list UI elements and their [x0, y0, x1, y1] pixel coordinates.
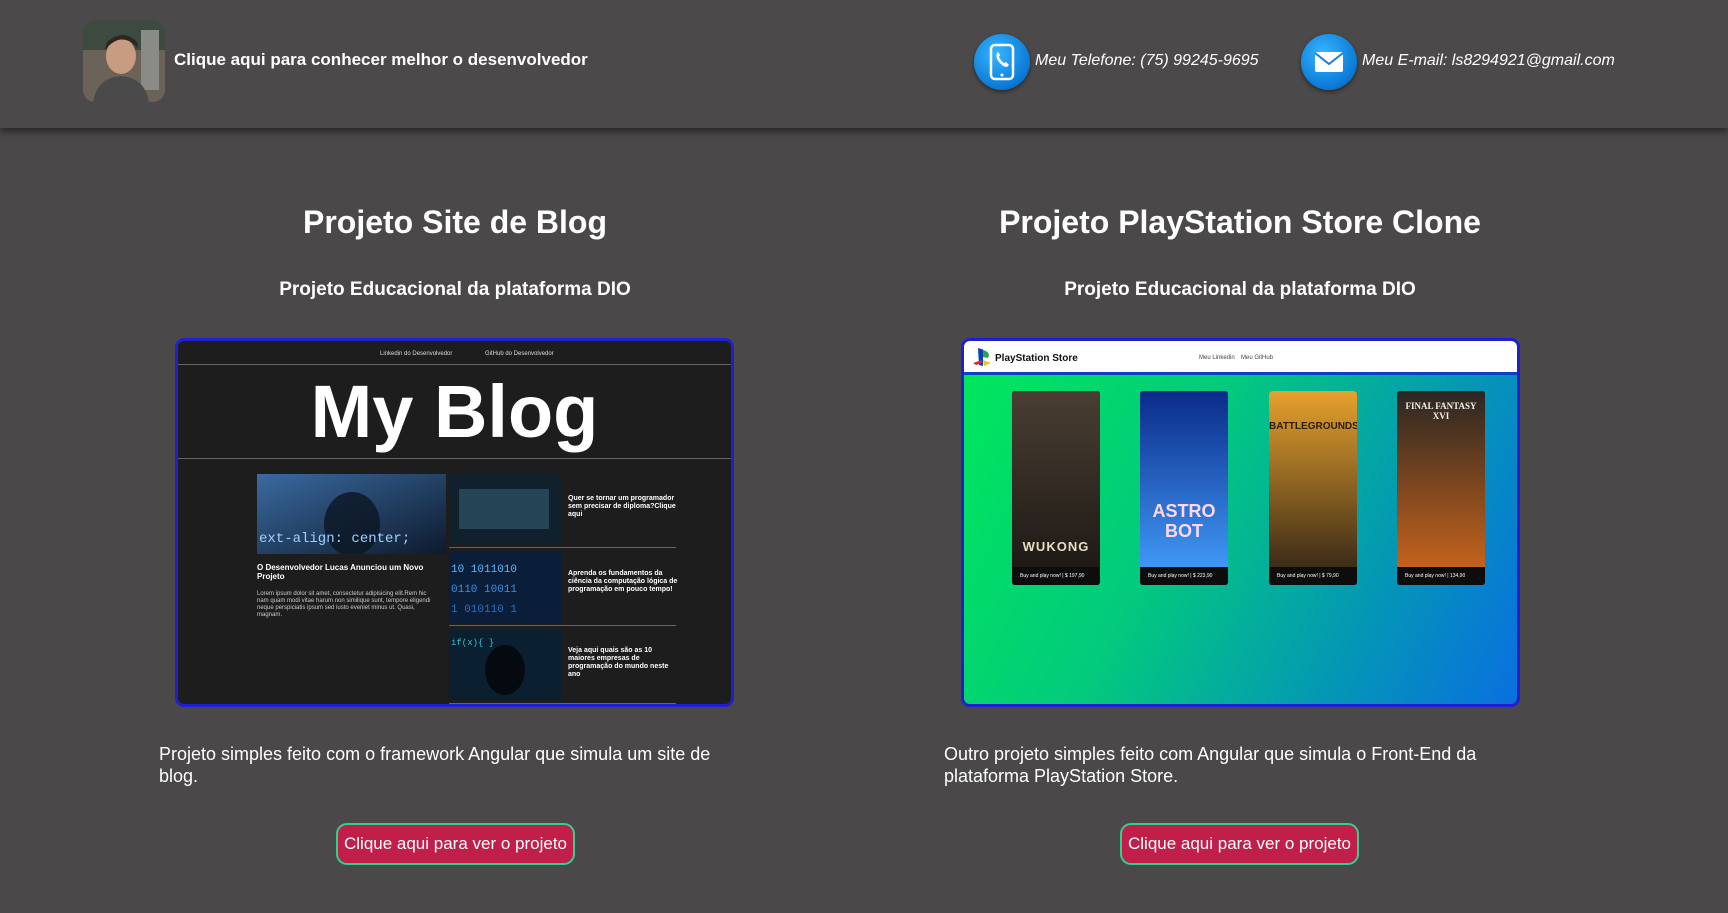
preview-navbar: PlayStation Store Meu Linkedin Meu GitHu…	[964, 341, 1517, 375]
preview-blog-title: My Blog	[310, 370, 599, 453]
game-title: ASTRO BOT	[1152, 501, 1216, 541]
developer-avatar[interactable]	[83, 20, 165, 102]
preview-article-title: Quer se tornar um programador sem precis…	[568, 495, 676, 518]
project-subtitle: Projeto Educacional da plataforma DIO	[1064, 279, 1416, 300]
game-card: WUKONG Buy and play now! | $ 197,90	[1012, 391, 1100, 585]
svg-text:10 1011010: 10 1011010	[451, 564, 517, 576]
project-description: Outro projeto simples feito com Angular …	[944, 744, 1477, 786]
game-price: Buy and play now! | $ 223,90	[1140, 567, 1228, 585]
project-title: Projeto PlayStation Store Clone	[999, 204, 1481, 240]
divider	[449, 547, 676, 548]
view-project-button[interactable]: Clique aqui para ver o projeto	[336, 823, 575, 865]
preview-nav-link: GitHub do Desenvolvedor	[485, 351, 554, 357]
game-card: BATTLEGROUNDS Buy and play now! | $ 79,9…	[1269, 391, 1357, 585]
svg-text:if(x){ }: if(x){ }	[451, 638, 494, 648]
divider	[449, 625, 676, 626]
project-title: Projeto Site de Blog	[302, 204, 608, 240]
email-text: Meu E-mail: ls8294921@gmail.com	[1362, 52, 1615, 69]
svg-text:ext-align: center;: ext-align: center;	[259, 531, 410, 547]
preview-nav-link: Meu Linkedin	[1199, 355, 1235, 361]
game-price: Buy and play now! | 134,90	[1397, 567, 1485, 585]
preview-article-image: if(x){ }	[449, 630, 562, 700]
game-card: FINAL FANTASY XVI Buy and play now! | 13…	[1397, 391, 1485, 585]
game-title: BATTLEGROUNDS	[1269, 421, 1357, 432]
blog-preview-image: Linkedin do Desenvolvedor GitHub do Dese…	[175, 338, 734, 707]
game-price: Buy and play now! | $ 197,90	[1012, 567, 1100, 585]
preview-nav-link: Linkedin do Desenvolvedor	[380, 351, 453, 357]
preview-article-image: 10 1011010 0110 10011 1 010110 1	[449, 552, 562, 623]
game-title: WUKONG	[1022, 539, 1090, 554]
svg-text:1 010110 1: 1 010110 1	[451, 604, 517, 616]
divider	[178, 364, 731, 365]
preview-article-title: Aprenda os fundamentos da ciência da com…	[568, 570, 678, 593]
phone-icon	[974, 34, 1030, 90]
game-title: FINAL FANTASY XVI	[1405, 401, 1477, 421]
view-project-button[interactable]: Clique aqui para ver o projeto	[1120, 823, 1359, 865]
preview-main-image: ext-align: center;	[257, 474, 446, 554]
game-card: ASTRO BOT Buy and play now! | $ 223,90	[1140, 391, 1228, 585]
playstation-logo-icon	[973, 348, 991, 366]
project-subtitle: Projeto Educacional da plataforma DIO	[279, 279, 631, 300]
project-description: Projeto simples feito com o framework An…	[159, 744, 711, 786]
email-icon	[1301, 34, 1357, 90]
game-price: Buy and play now! | $ 79,90	[1269, 567, 1357, 585]
preview-article-title: Veja aqui quais são as 10 maiores empres…	[568, 647, 669, 678]
svg-text:0110 10011: 0110 10011	[451, 584, 517, 596]
preview-main-text: Lorem ipsum dolor sit amet, consectetur …	[257, 591, 431, 618]
site-header: Clique aqui para conhecer melhor o desen…	[0, 0, 1728, 128]
preview-main-headline: O Desenvolvedor Lucas Anunciou um Novo P…	[257, 563, 424, 581]
preview-article-image	[449, 474, 562, 544]
playstation-preview-image: PlayStation Store Meu Linkedin Meu GitHu…	[961, 338, 1520, 707]
divider	[449, 703, 676, 704]
preview-nav-link: Meu GitHub	[1241, 355, 1274, 361]
preview-store-name: PlayStation Store	[995, 353, 1078, 364]
developer-link[interactable]: Clique aqui para conhecer melhor o desen…	[174, 50, 588, 70]
phone-text: Meu Telefone: (75) 99245-9695	[1035, 52, 1259, 69]
divider	[178, 458, 731, 459]
